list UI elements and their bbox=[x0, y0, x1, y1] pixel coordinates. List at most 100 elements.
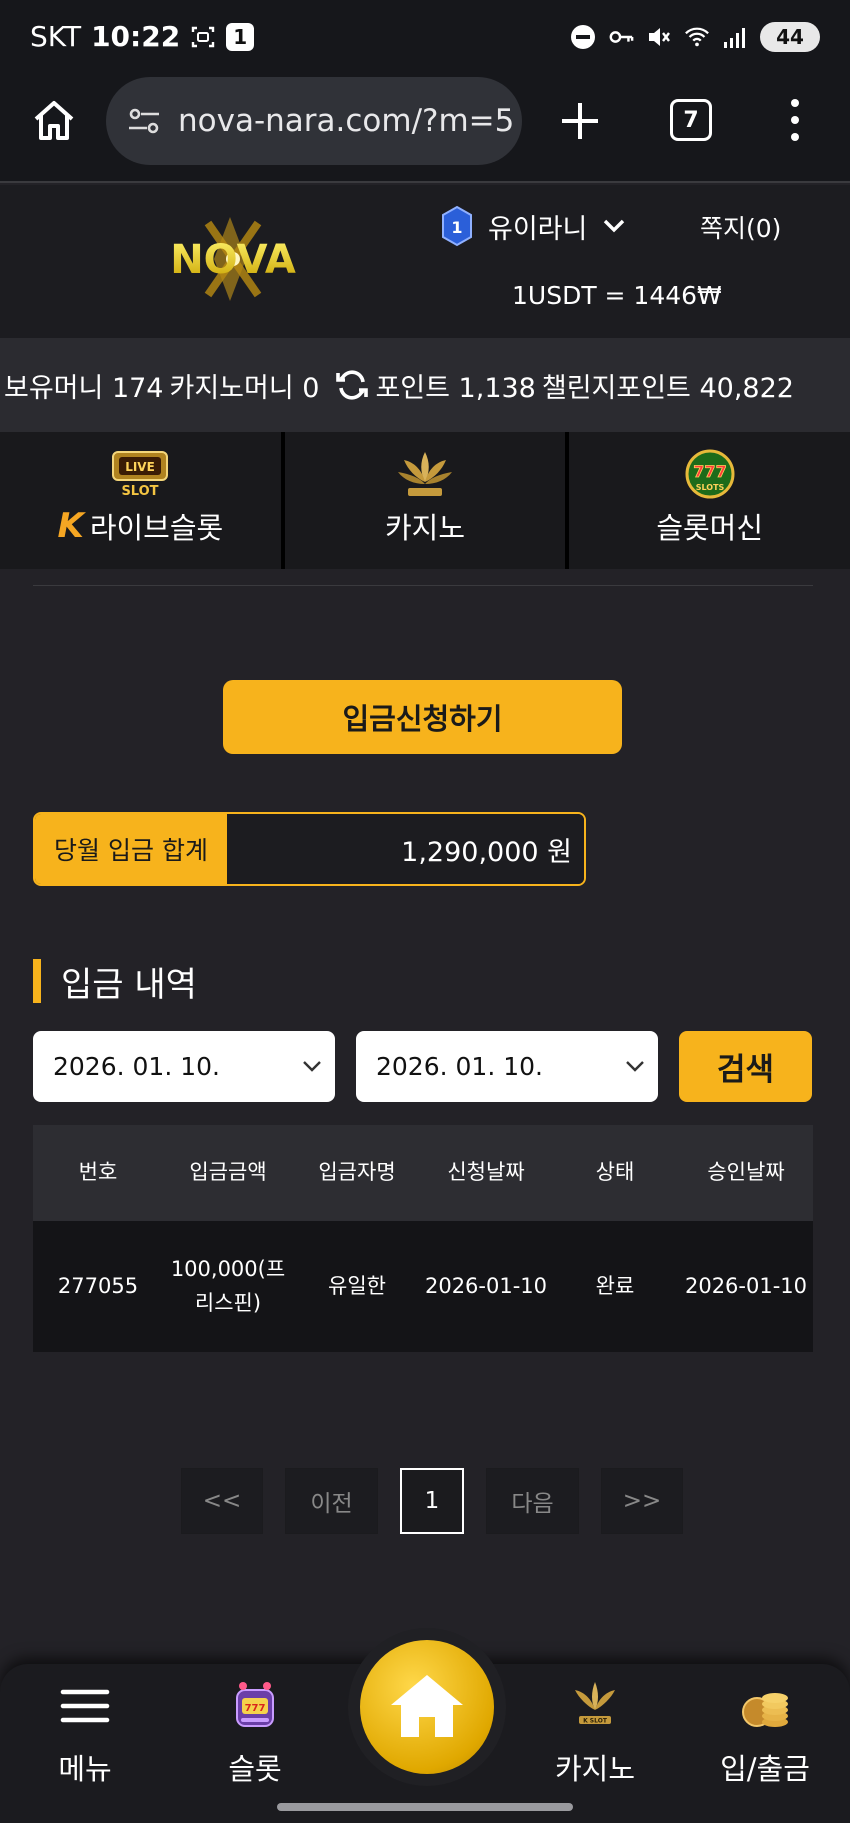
tab-label-casino: 카지노 bbox=[384, 511, 466, 545]
clock: 10:22 bbox=[91, 20, 181, 53]
chevron-down-icon bbox=[622, 1053, 648, 1079]
gesture-handle bbox=[277, 1803, 573, 1811]
deposit-history-title: 입금 내역 bbox=[61, 964, 197, 1005]
search-button[interactable]: 검색 bbox=[679, 1031, 812, 1102]
mute-icon bbox=[646, 24, 672, 50]
nav-casino[interactable]: K SLOT 카지노 bbox=[525, 1678, 665, 1788]
tab-slot-machine[interactable]: 777 SLOTS 슬롯머신 bbox=[569, 432, 850, 569]
nav-menu-label: 메뉴 bbox=[58, 1752, 112, 1786]
svg-text:777: 777 bbox=[245, 1703, 266, 1714]
tab-label-live-slot: 라이브슬롯 bbox=[89, 511, 224, 545]
column-header: 입금금액 bbox=[189, 1160, 267, 1185]
site-header: NOVA 1 유이라니 쪽지(0) 1USDT = 1446₩ bbox=[0, 185, 850, 338]
column-header: 승인날짜 bbox=[707, 1160, 785, 1185]
svg-text:SLOTS: SLOTS bbox=[695, 483, 724, 492]
notification-badge: 1 bbox=[226, 22, 255, 51]
svg-text:777: 777 bbox=[693, 462, 726, 481]
k-badge: K bbox=[57, 506, 84, 546]
challenge-points-balance: 챌린지포인트 40,822 bbox=[541, 372, 794, 404]
cell-status: 완료 bbox=[595, 1273, 635, 1298]
new-tab-icon[interactable] bbox=[556, 97, 604, 145]
chevron-down-icon bbox=[601, 213, 627, 239]
nav-deposit-label: 입/출금 bbox=[720, 1752, 810, 1786]
cell-number: 277055 bbox=[57, 1273, 139, 1298]
cell-request-date: 2026-01-10 bbox=[424, 1273, 548, 1298]
table-row[interactable]: 277055 100,000(프리스핀) 유일한 2026-01-10 완료 2… bbox=[33, 1221, 813, 1352]
battery-indicator: 44 bbox=[760, 22, 820, 52]
url-text: nova-nara.com/?m=5 bbox=[178, 103, 515, 139]
home-button[interactable] bbox=[360, 1640, 494, 1774]
status-bar: SKT 10:22 1 44 bbox=[0, 0, 850, 75]
category-tabs: LIVE SLOT K 라이브슬롯 카지노 777 SLOTS 슬롯머신 bbox=[0, 432, 850, 569]
home-icon bbox=[391, 1675, 463, 1737]
date-to-value: 2026. 01. 10. bbox=[376, 1052, 543, 1081]
table-header: 번호 입금금액 입금자명 신청날짜 상태 승인날짜 bbox=[33, 1125, 813, 1221]
deposit-request-button[interactable]: 입금신청하기 bbox=[223, 680, 622, 754]
nav-menu[interactable]: 메뉴 bbox=[15, 1678, 155, 1788]
balance-bar: 보유머니 174 카지노머니 0 포인트 1,138 챌린지포인트 40,822 bbox=[0, 338, 850, 432]
heading-accent-bar bbox=[33, 959, 41, 1003]
column-header: 신청날짜 bbox=[447, 1160, 525, 1185]
carrier-label: SKT bbox=[30, 20, 82, 53]
nav-deposit-withdraw[interactable]: 입/출금 bbox=[695, 1678, 835, 1788]
column-header: 입금자명 bbox=[318, 1160, 396, 1185]
divider bbox=[33, 585, 813, 586]
address-bar[interactable]: nova-nara.com/?m=5 bbox=[106, 77, 522, 165]
messages-link[interactable]: 쪽지(0) bbox=[700, 209, 781, 245]
tab-label-slot-machine: 슬롯머신 bbox=[656, 511, 764, 545]
tab-live-slot[interactable]: LIVE SLOT K 라이브슬롯 bbox=[0, 432, 285, 569]
cell-depositor: 유일한 bbox=[328, 1273, 386, 1298]
nav-slot[interactable]: 777 슬롯 bbox=[185, 1678, 325, 1788]
site-settings-icon[interactable] bbox=[124, 101, 164, 141]
vpn-key-icon bbox=[608, 24, 634, 50]
cell-amount: 100,000(프리스핀) bbox=[170, 1256, 286, 1315]
nova-logo[interactable]: NOVA bbox=[138, 213, 328, 305]
level-number: 1 bbox=[451, 218, 462, 237]
k-slot-lotus-icon: K SLOT bbox=[567, 1678, 623, 1734]
monthly-total-label: 당월 입금 합계 bbox=[35, 814, 227, 884]
money-balance: 보유머니 174 bbox=[4, 372, 164, 404]
points-balance: 포인트 1,138 bbox=[375, 372, 536, 404]
live-slot-icon: LIVE SLOT bbox=[109, 448, 171, 500]
signal-icon bbox=[722, 24, 748, 50]
status-right: 44 bbox=[570, 22, 820, 52]
next-page-button[interactable]: 다음 bbox=[486, 1468, 579, 1534]
first-page-button[interactable]: << bbox=[181, 1468, 263, 1534]
tab-switcher-button[interactable]: 7 bbox=[670, 99, 712, 141]
level-badge-icon: 1 bbox=[440, 205, 474, 247]
more-menu-icon[interactable] bbox=[780, 95, 810, 145]
last-page-button[interactable]: >> bbox=[601, 1468, 683, 1534]
777-slots-icon: 777 SLOTS bbox=[679, 448, 741, 500]
cell-approval-date: 2026-01-10 bbox=[684, 1273, 808, 1298]
date-to-select[interactable]: 2026. 01. 10. bbox=[356, 1031, 658, 1102]
chevron-down-icon bbox=[299, 1053, 325, 1079]
slot-machine-icon: 777 bbox=[227, 1678, 283, 1734]
exchange-rate: 1USDT = 1446₩ bbox=[512, 281, 722, 310]
deposit-history-table: 번호 입금금액 입금자명 신청날짜 상태 승인날짜 277055 100,000… bbox=[33, 1125, 813, 1352]
browser-home-icon[interactable] bbox=[30, 97, 78, 145]
refresh-icon[interactable] bbox=[335, 368, 369, 402]
coin-stack-icon bbox=[737, 1678, 793, 1734]
k-slot-lotus-icon bbox=[394, 448, 456, 500]
status-left: SKT 10:22 1 bbox=[30, 20, 255, 53]
column-header: 상태 bbox=[595, 1160, 635, 1185]
monthly-deposit-total: 당월 입금 합계 1,290,000 원 bbox=[33, 812, 586, 886]
column-header: 번호 bbox=[78, 1160, 118, 1185]
svg-text:SLOT: SLOT bbox=[122, 484, 159, 499]
nav-home[interactable] bbox=[348, 1628, 506, 1786]
page-number-button[interactable]: 1 bbox=[400, 1468, 464, 1534]
date-from-select[interactable]: 2026. 01. 10. bbox=[33, 1031, 335, 1102]
nav-casino-label: 카지노 bbox=[554, 1752, 636, 1786]
wifi-icon bbox=[684, 24, 710, 50]
monthly-total-value: 1,290,000 원 bbox=[227, 814, 584, 884]
svg-text:LIVE: LIVE bbox=[126, 460, 156, 474]
nav-slot-label: 슬롯 bbox=[228, 1752, 282, 1786]
screenshot-icon bbox=[190, 24, 216, 50]
username: 유이라니 bbox=[488, 213, 588, 245]
tab-casino[interactable]: 카지노 bbox=[285, 432, 570, 569]
svg-text:K SLOT: K SLOT bbox=[583, 1718, 608, 1725]
user-menu[interactable]: 1 유이라니 bbox=[440, 205, 627, 247]
prev-page-button[interactable]: 이전 bbox=[285, 1468, 378, 1534]
browser-toolbar: nova-nara.com/?m=5 7 bbox=[0, 75, 850, 183]
logo-text: NOVA bbox=[170, 237, 296, 283]
